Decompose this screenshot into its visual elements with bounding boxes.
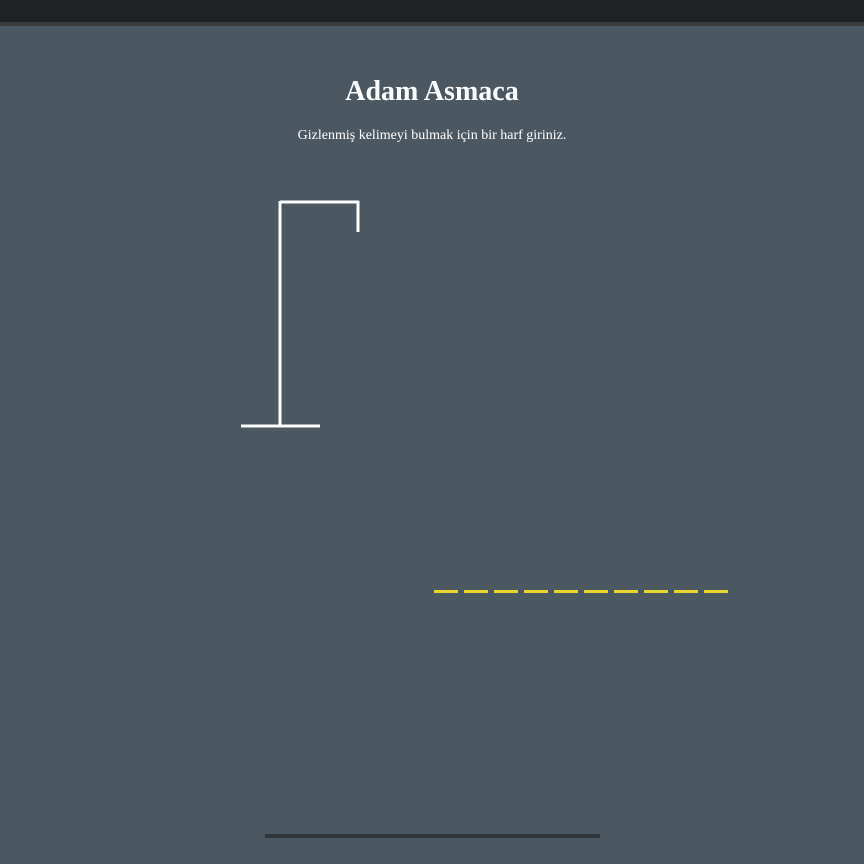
letter-slot [434,590,458,593]
letter-slot [464,590,488,593]
hangman-page: Adam Asmaca Gizlenmiş kelimeyi bulmak iç… [0,26,864,864]
browser-top-bar [0,0,864,26]
bottom-scroll-indicator [265,834,600,838]
gallows-drawing [241,200,360,428]
letter-slot [554,590,578,593]
letter-slot [614,590,638,593]
letter-slot [584,590,608,593]
letter-slot [674,590,698,593]
letter-slot [704,590,728,593]
hidden-word [434,582,728,602]
letter-slot [524,590,548,593]
letter-slot [494,590,518,593]
letter-slot [644,590,668,593]
